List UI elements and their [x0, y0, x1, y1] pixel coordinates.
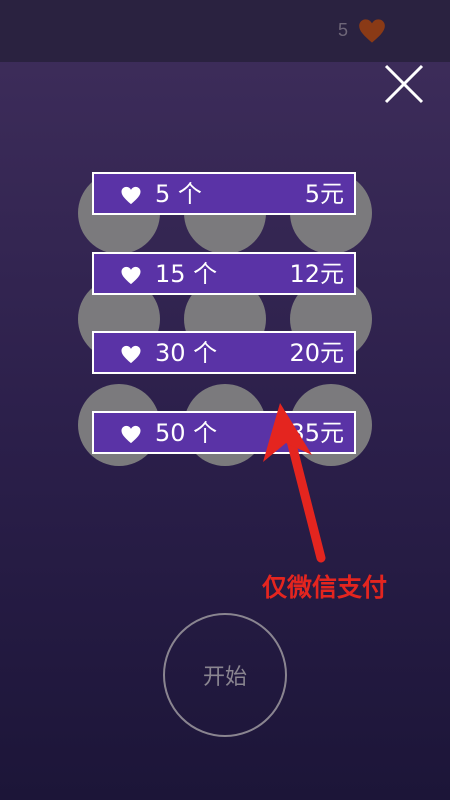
offer-quantity: 50 个	[155, 419, 218, 447]
offer-50-lives[interactable]: 50 个 35元	[92, 411, 356, 454]
lives-count: 5	[338, 20, 349, 40]
offer-quantity: 30 个	[155, 339, 218, 367]
offer-quantity: 5 个	[155, 180, 202, 208]
heart-icon	[121, 345, 141, 364]
heart-icon	[121, 425, 141, 444]
heart-icon	[121, 186, 141, 205]
offer-30-lives[interactable]: 30 个 20元	[92, 331, 356, 374]
offer-price: 12元	[289, 260, 344, 288]
heart-icon	[121, 266, 141, 285]
offer-price: 35元	[289, 419, 344, 447]
start-label: 开始	[202, 665, 247, 690]
heart-icon	[359, 19, 385, 43]
start-button[interactable]: 开始	[163, 613, 287, 737]
offer-quantity: 15 个	[155, 260, 218, 288]
payment-note: 仅微信支付	[262, 573, 388, 602]
offer-5-lives[interactable]: 5 个 5元	[92, 172, 356, 215]
offer-15-lives[interactable]: 15 个 12元	[92, 252, 356, 295]
offer-price: 5元	[304, 180, 344, 208]
offer-price: 20元	[289, 339, 344, 367]
top-bar: 5	[0, 0, 450, 62]
close-icon[interactable]	[383, 63, 425, 105]
